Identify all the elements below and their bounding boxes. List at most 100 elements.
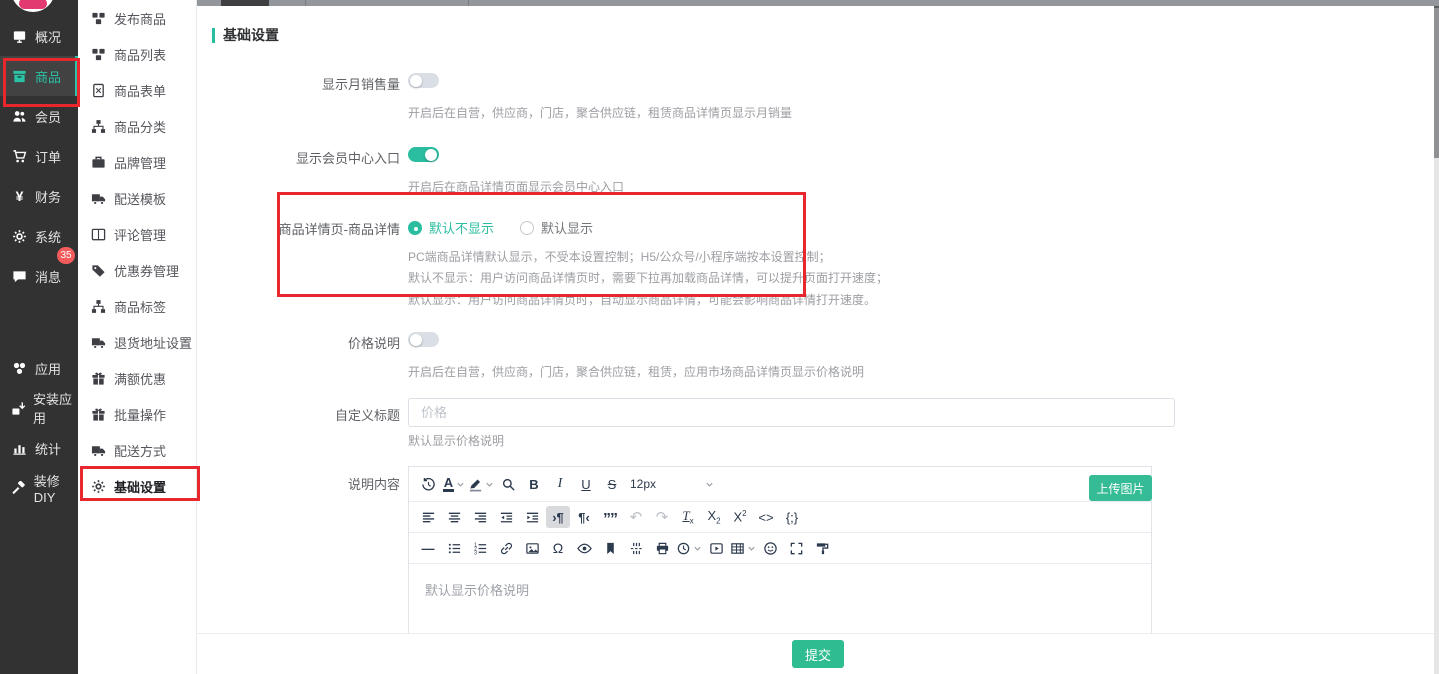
goods-icon: [11, 69, 28, 84]
editor-bullet-list-button[interactable]: [442, 537, 466, 559]
sidebar-item-label: 装修DIY: [34, 471, 78, 505]
editor-italic-button[interactable]: I: [548, 473, 572, 495]
cubes-icon: [91, 47, 106, 62]
goods-detail-display-control: 默认不显示 默认显示 PC端商品详情默认显示，不受本设置控制；H5/公众号/小程序端…: [408, 218, 888, 311]
scrollbar-thumb[interactable]: [1434, 8, 1439, 158]
editor-anchor-button[interactable]: [598, 537, 622, 559]
submenu-item-full-discount[interactable]: 满额优惠: [78, 360, 196, 396]
form-doc-icon: [91, 83, 106, 98]
editor-align-left-button[interactable]: [416, 506, 440, 528]
editor-numbered-list-button[interactable]: 123: [468, 537, 492, 559]
gift-icon: [91, 407, 106, 422]
submenu-item-delivery-template[interactable]: 配送模板: [78, 180, 196, 216]
toggle-knob: [410, 75, 422, 87]
submenu-item-goods-category[interactable]: 商品分类: [78, 108, 196, 144]
goods-detail-display-option-1[interactable]: 默认显示: [520, 218, 593, 237]
submenu-item-goods-tag[interactable]: 商品标签: [78, 288, 196, 324]
sidebar-item-overview[interactable]: 概况: [0, 16, 78, 56]
hint-line: PC端商品详情默认显示，不受本设置控制；H5/公众号/小程序端按本设置控制；: [408, 247, 888, 269]
editor-superscript-button[interactable]: X2: [728, 506, 752, 528]
submenu-item-comment-admin[interactable]: 评论管理: [78, 216, 196, 252]
sidebar-item-member[interactable]: 会员: [0, 96, 78, 136]
sidebar-item-message[interactable]: 消息35: [0, 256, 78, 296]
toggle-knob: [425, 149, 437, 161]
submenu-item-basic-settings[interactable]: 基础设置: [78, 468, 196, 504]
editor-strikethrough-button[interactable]: S: [600, 473, 624, 495]
editor-indent-button[interactable]: [520, 506, 544, 528]
show-monthly-sales-toggle[interactable]: [408, 73, 439, 88]
price-description-hint: 开启后在自营，供应商，门店，聚合供应链，租赁，应用市场商品详情页显示价格说明: [408, 364, 864, 381]
scrollbar[interactable]: [1434, 6, 1439, 674]
submit-button[interactable]: 提交: [792, 640, 844, 668]
editor-align-center-button[interactable]: [442, 506, 466, 528]
editor-subscript-button[interactable]: X2: [702, 506, 726, 528]
editor-inline-code-button[interactable]: <>: [754, 506, 778, 528]
editor-insert-media-button[interactable]: [704, 537, 728, 559]
price-description-toggle[interactable]: [408, 332, 439, 347]
editor-fullscreen-button[interactable]: [784, 537, 808, 559]
editor-code-sample-button[interactable]: {;}: [780, 506, 804, 528]
submenu-item-delivery-method[interactable]: 配送方式: [78, 432, 196, 468]
sidebar-item-install-apps[interactable]: 安装应用: [0, 388, 78, 428]
editor-insert-image-button[interactable]: [520, 537, 544, 559]
radio-group: 默认不显示 默认显示: [408, 218, 888, 240]
submenu-item-batch-operation[interactable]: 批量操作: [78, 396, 196, 432]
editor-font-size-button[interactable]: 12px: [626, 473, 718, 495]
sidebar-item-apps[interactable]: 应用: [0, 348, 78, 388]
editor-insert-link-button[interactable]: [494, 537, 518, 559]
submenu-item-return-address[interactable]: 退货地址设置: [78, 324, 196, 360]
editor-ltr-paragraph-button[interactable]: ›¶: [546, 506, 570, 528]
editor-insert-table-button[interactable]: [730, 537, 756, 559]
editor-undo-button[interactable]: ↶: [624, 506, 648, 528]
custom-title-label: 自定义标题: [197, 398, 400, 424]
editor-clear-format-button[interactable]: Tx: [676, 506, 700, 528]
submenu-item-goods-list[interactable]: 商品列表: [78, 36, 196, 72]
editor-align-right-button[interactable]: [468, 506, 492, 528]
editor-print-button[interactable]: [650, 537, 674, 559]
submenu-item-publish-goods[interactable]: 发布商品: [78, 0, 196, 36]
goods-detail-display-option-0[interactable]: 默认不显示: [408, 218, 494, 237]
sidebar-item-order[interactable]: 订单: [0, 136, 78, 176]
editor-preview-button[interactable]: [572, 537, 596, 559]
member-icon: [11, 109, 28, 124]
sidebar-item-stats[interactable]: 统计: [0, 428, 78, 468]
submenu-item-goods-form[interactable]: 商品表单: [78, 72, 196, 108]
editor-history-restore-button[interactable]: [416, 473, 440, 495]
layout-icon: [91, 227, 106, 242]
editor-blockquote-button[interactable]: ””: [598, 506, 622, 528]
editor-insert-datetime-button[interactable]: [676, 537, 702, 559]
submenu-item-label: 配送方式: [114, 441, 166, 460]
diy-icon: [11, 481, 27, 496]
submenu-item-brand-admin[interactable]: 品牌管理: [78, 144, 196, 180]
briefcase-icon: [91, 155, 106, 170]
tag-icon: [91, 263, 106, 278]
logo[interactable]: [0, 0, 78, 16]
upload-image-button[interactable]: 上传图片: [1089, 475, 1152, 501]
sidebar-item-goods[interactable]: 商品: [0, 56, 78, 96]
message-count-badge: 35: [57, 247, 75, 264]
submenu-item-label: 批量操作: [114, 405, 166, 424]
show-member-center-entry-toggle[interactable]: [408, 147, 439, 162]
truck-icon: [91, 443, 106, 458]
goods-submenu: 发布商品商品列表商品表单商品分类品牌管理配送模板评论管理优惠券管理商品标签退货地…: [78, 0, 197, 674]
sidebar-item-decorate-diy[interactable]: 装修DIY: [0, 468, 78, 508]
custom-title-input[interactable]: [408, 398, 1175, 427]
editor-horizontal-rule-button[interactable]: —: [416, 537, 440, 559]
sidebar-nav: 概况商品会员订单¥财务系统消息35应用安装应用统计装修DIY: [0, 16, 78, 508]
editor-rtl-paragraph-button[interactable]: ¶‹: [572, 506, 596, 528]
editor-emoticons-button[interactable]: [758, 537, 782, 559]
editor-bold-button[interactable]: B: [522, 473, 546, 495]
editor-format-paint-button[interactable]: [810, 537, 834, 559]
editor-search-replace-button[interactable]: [496, 473, 520, 495]
editor-highlight-color-button[interactable]: [468, 473, 494, 495]
editor-redo-button[interactable]: ↷: [650, 506, 674, 528]
editor-outdent-button[interactable]: [494, 506, 518, 528]
editor-text-color-button[interactable]: A: [442, 473, 466, 495]
editor-page-break-button[interactable]: [624, 537, 648, 559]
editor-special-char-button[interactable]: Ω: [546, 537, 570, 559]
sidebar-item-label: 应用: [35, 359, 61, 378]
submenu-item-label: 商品表单: [114, 81, 166, 100]
editor-underline-button[interactable]: U: [574, 473, 598, 495]
sidebar-item-finance[interactable]: ¥财务: [0, 176, 78, 216]
submenu-item-coupon-admin[interactable]: 优惠券管理: [78, 252, 196, 288]
